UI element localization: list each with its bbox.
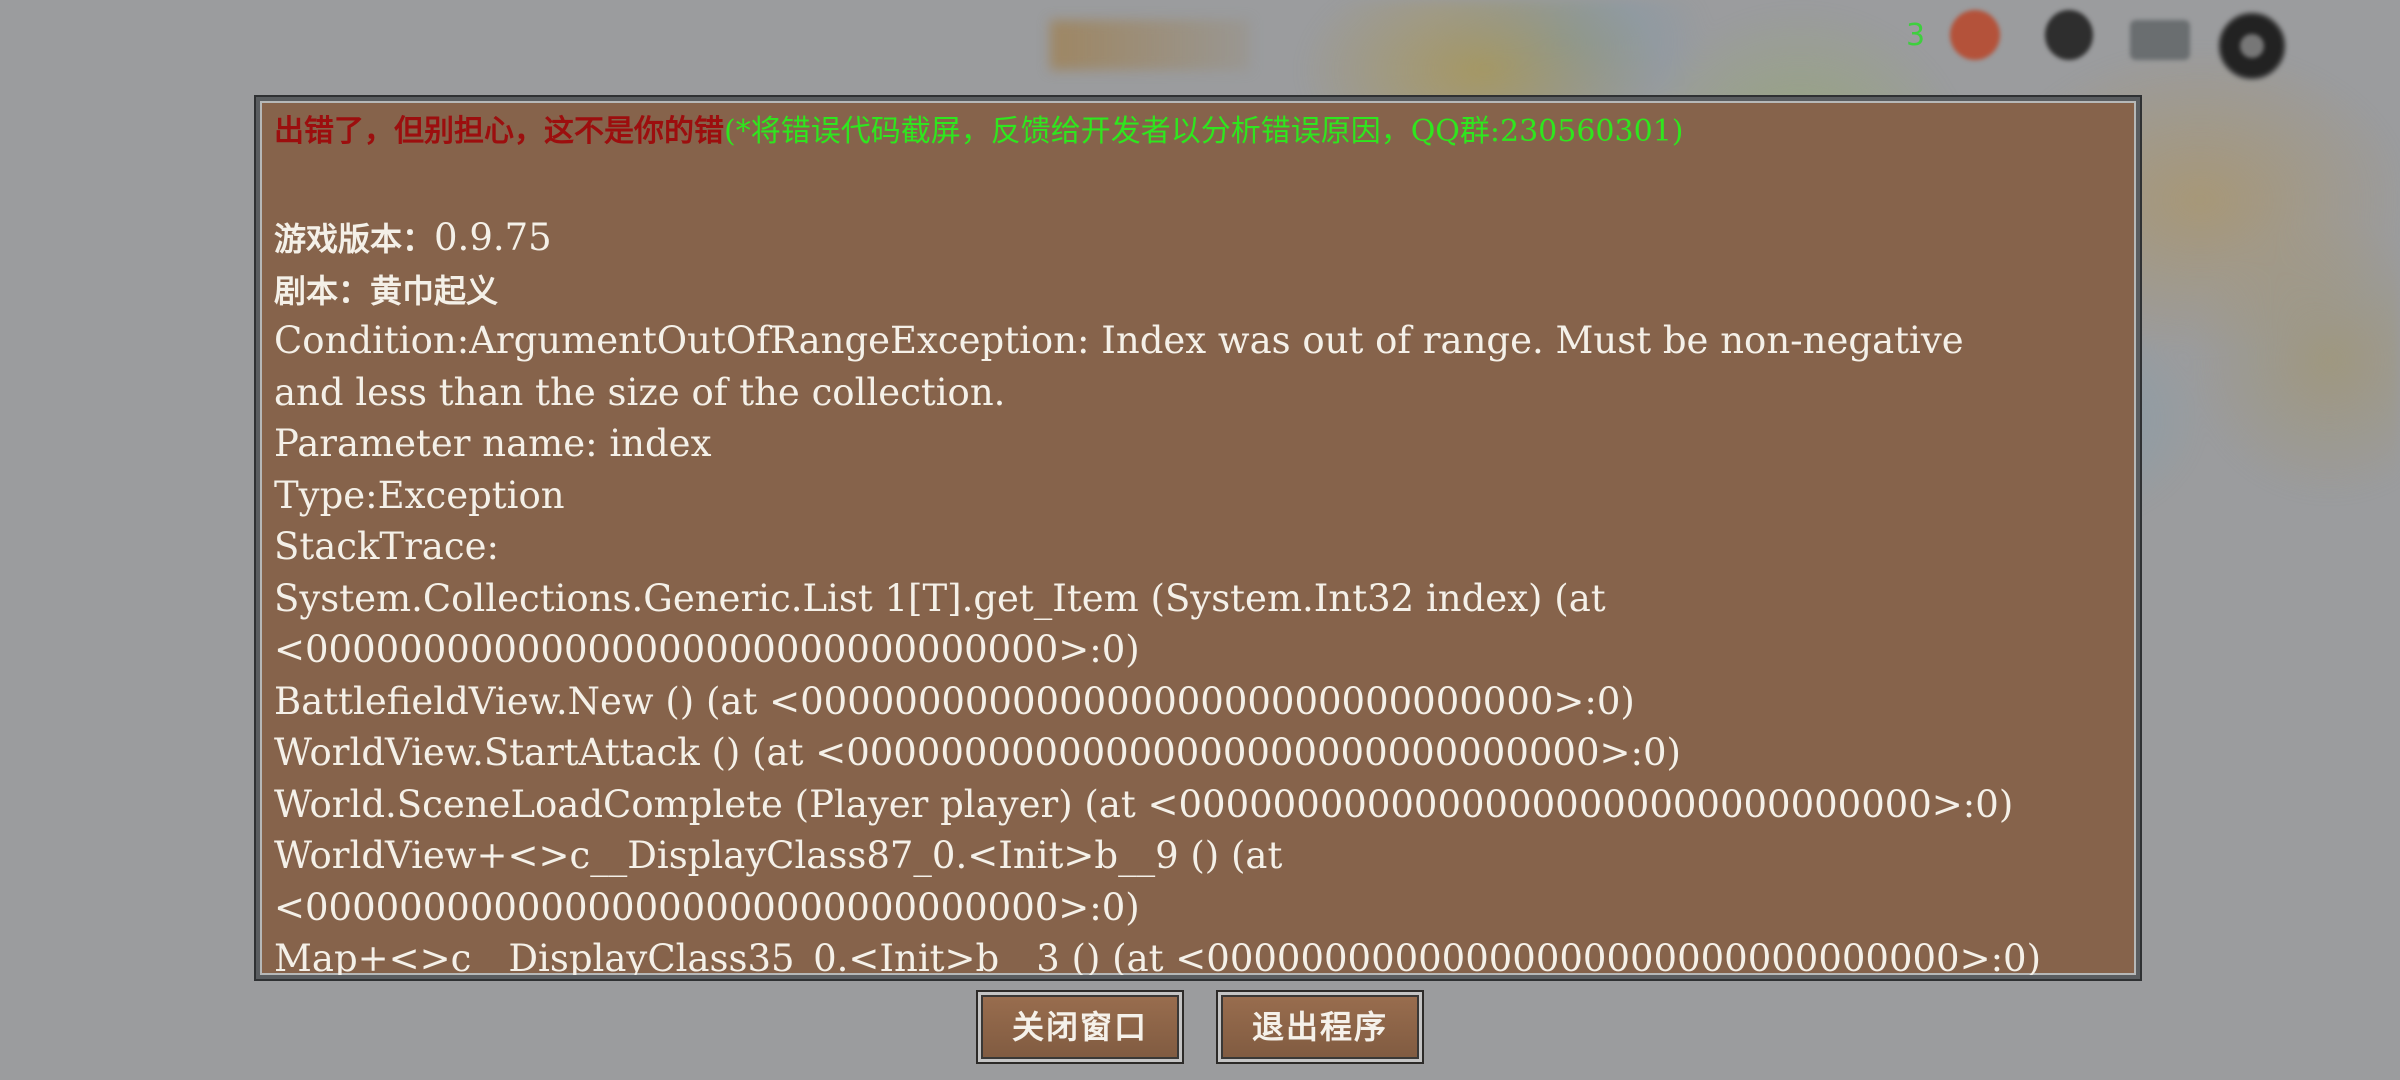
version-value: 0.9.75 <box>434 216 552 259</box>
log-line: System.Collections.Generic.List 1[T].get… <box>274 576 1606 620</box>
version-label: 游戏版本： <box>274 220 435 258</box>
scenario-value: 黄巾起义 <box>370 271 499 310</box>
log-line: World.SceneLoadComplete (Player player) … <box>274 782 2014 826</box>
character-portrait-icon[interactable] <box>1950 10 2000 60</box>
log-line: WorldView.StartAttack () (at <0000000000… <box>274 731 1681 774</box>
log-line: StackTrace: <box>274 525 499 568</box>
scroll-icon[interactable] <box>2130 20 2190 60</box>
log-line: and less than the size of the collection… <box>274 370 1006 414</box>
log-line: BattlefieldView.New () (at <000000000000… <box>274 679 1635 723</box>
log-line: Condition:ArgumentOutOfRangeException: I… <box>274 319 1964 362</box>
log-line: Parameter name: index <box>274 422 712 465</box>
close-window-button[interactable]: 关闭窗口 <box>976 990 1184 1064</box>
general-portrait-icon[interactable] <box>2045 10 2093 60</box>
version-line: 游戏版本：0.9.75 <box>274 212 2132 264</box>
error-header-hint: (*将错误代码截屏，反馈给开发者以分析错误原因，QQ群:230560301) <box>724 114 1684 149</box>
settings-gear-icon[interactable] <box>2218 12 2286 80</box>
exit-program-button[interactable]: 退出程序 <box>1216 990 1424 1064</box>
resource-bar <box>1050 20 1250 70</box>
scenario-line: 剧本：黄巾起义 <box>274 264 2132 316</box>
log-line: Map+<>c__DisplayClass35_0.<Init>b__3 () … <box>274 937 2042 979</box>
log-line: <00000000000000000000000000000000>:0) <box>274 628 1140 671</box>
error-header: 出错了，但别担心，这不是你的错(*将错误代码截屏，反馈给开发者以分析错误原因，Q… <box>274 109 2132 155</box>
log-line: WorldView+<>c__DisplayClass87_0.<Init>b_… <box>274 834 1283 877</box>
error-log-text[interactable]: 出错了，但别担心，这不是你的错(*将错误代码截屏，反馈给开发者以分析错误原因，Q… <box>274 109 2132 975</box>
log-line: <00000000000000000000000000000000>:0) <box>274 885 1140 929</box>
hud-counter: 3 <box>1906 18 1926 53</box>
error-header-message: 出错了，但别担心，这不是你的错 <box>274 114 724 149</box>
error-dialog: 出错了，但别担心，这不是你的错(*将错误代码截屏，反馈给开发者以分析错误原因，Q… <box>256 97 2140 979</box>
log-line: Type:Exception <box>274 473 565 517</box>
scenario-label: 剧本： <box>274 271 371 310</box>
